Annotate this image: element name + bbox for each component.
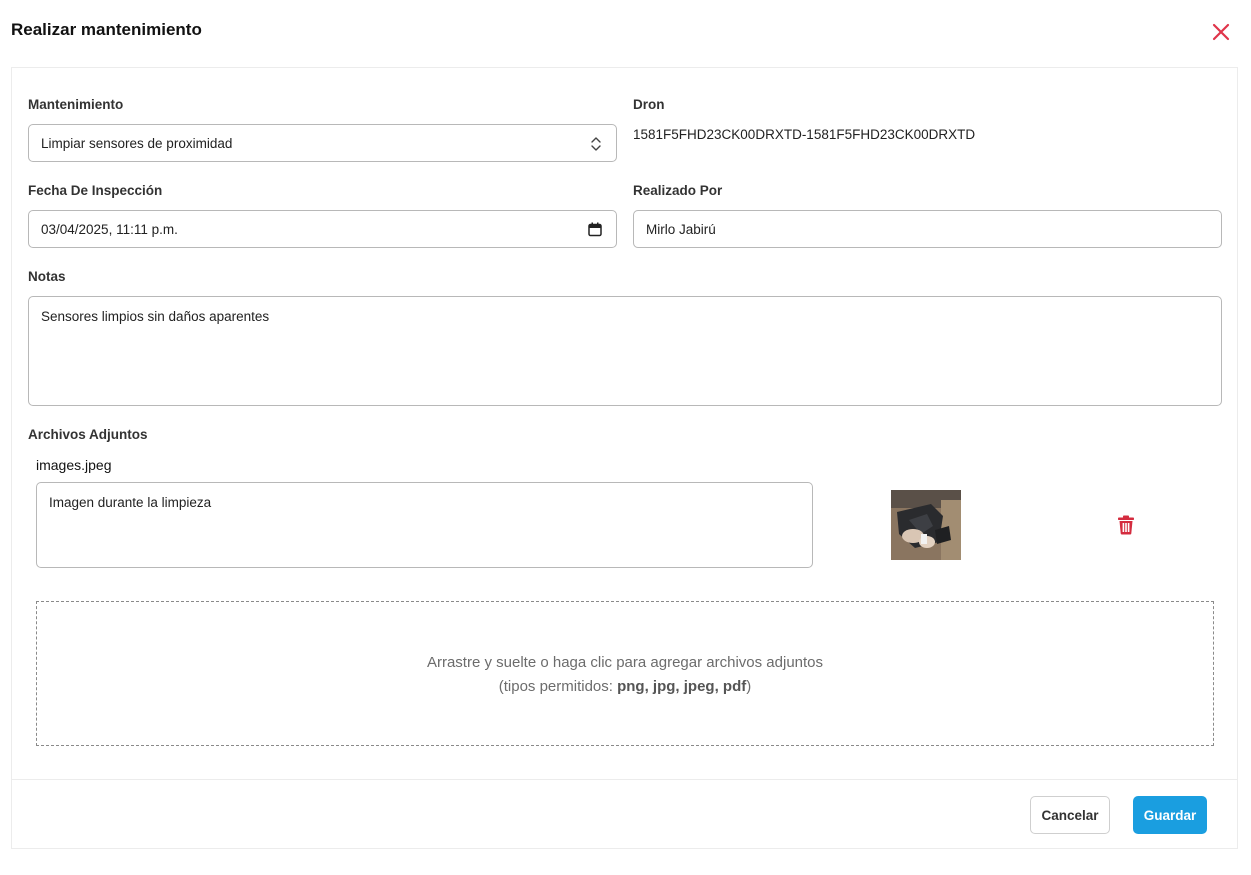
drone-label: Dron [633, 97, 665, 112]
form-card: Mantenimiento Limpiar sensores de proxim… [11, 67, 1238, 849]
attachment-description-value: Imagen durante la limpieza [49, 495, 212, 510]
modal-title: Realizar mantenimiento [11, 20, 202, 39]
dropzone-text: Arrastre y suelte o haga clic para agreg… [37, 651, 1213, 699]
trash-icon[interactable] [1117, 515, 1135, 535]
attachments-label: Archivos Adjuntos [28, 427, 148, 442]
close-icon [1212, 23, 1230, 41]
inspection-date-input[interactable]: 03/04/2025, 11:11 p.m. [28, 210, 617, 248]
inspection-date-label: Fecha De Inspección [28, 183, 163, 198]
maintenance-select[interactable]: Limpiar sensores de proximidad [28, 124, 617, 162]
notes-label: Notas [28, 269, 66, 284]
dropzone-types-prefix: (tipos permitidos: [498, 678, 618, 695]
attachment-description-textarea[interactable]: Imagen durante la limpieza [36, 482, 813, 568]
notes-value: Sensores limpios sin daños aparentes [41, 309, 270, 324]
dropzone-types-list: png, jpg, jpeg, pdf [617, 678, 747, 695]
dropzone-instruction: Arrastre y suelte o haga clic para agreg… [426, 654, 824, 671]
attachment-thumbnail-image [891, 490, 961, 560]
maintenance-modal: Realizar mantenimiento Mantenimiento Lim… [0, 0, 1251, 875]
chevron-updown-icon [591, 137, 601, 151]
maintenance-select-value: Limpiar sensores de proximidad [41, 135, 233, 151]
dropzone-types-suffix: ) [746, 678, 752, 695]
performed-by-input[interactable]: Mirlo Jabirú [633, 210, 1222, 248]
save-button[interactable]: Guardar [1133, 796, 1207, 834]
calendar-icon[interactable] [588, 222, 602, 237]
modal-header: Realizar mantenimiento [0, 0, 1251, 66]
notes-textarea[interactable]: Sensores limpios sin daños aparentes [28, 296, 1222, 406]
inspection-date-value: 03/04/2025, 11:11 p.m. [41, 221, 178, 237]
drone-value: 1581F5FHD23CK00DRXTD-1581F5FHD23CK00DRXT… [633, 127, 976, 142]
dropzone-allowed-types: (tipos permitidos: png, jpg, jpeg, pdf) [37, 675, 1213, 699]
attachment-thumbnail[interactable] [891, 490, 961, 560]
cancel-button[interactable]: Cancelar [1030, 796, 1110, 834]
performed-by-label: Realizado Por [633, 183, 723, 198]
performed-by-value: Mirlo Jabirú [646, 221, 716, 237]
maintenance-label: Mantenimiento [28, 97, 124, 112]
attachment-filename: images.jpeg [36, 457, 112, 473]
close-button[interactable] [1209, 20, 1233, 44]
attachment-dropzone[interactable]: Arrastre y suelte o haga clic para agreg… [36, 601, 1214, 746]
